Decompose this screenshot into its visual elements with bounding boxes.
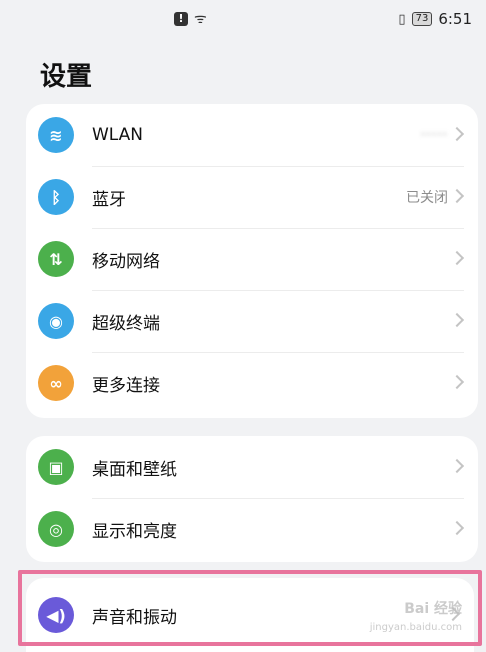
link-icon: ∞ xyxy=(38,365,74,401)
chevron-right-icon xyxy=(449,126,465,142)
status-wifi-icon: ᯤ xyxy=(194,11,207,27)
settings-group-connectivity: ≋ WLAN ····· ᛒ 蓝牙 已关闭 ⇅ 移动网络 ◉ 超级终端 ∞ 更多… xyxy=(26,104,478,418)
settings-item-more-connections[interactable]: ∞ 更多连接 xyxy=(26,352,478,414)
bluetooth-icon: ᛒ xyxy=(38,179,74,215)
eye-icon: ◎ xyxy=(38,511,74,547)
chevron-right-icon xyxy=(449,188,465,204)
chevron-right-icon xyxy=(449,312,465,328)
chevron-right-icon xyxy=(449,374,465,390)
settings-group-display: ▣ 桌面和壁纸 ◎ 显示和亮度 xyxy=(26,436,478,562)
alert-icon: ! xyxy=(174,12,188,26)
battery-icon: 73 xyxy=(411,12,433,26)
settings-item-label: 更多连接 xyxy=(92,375,160,396)
page-title: 设置 xyxy=(40,62,93,92)
settings-item-value: 已关闭 xyxy=(406,190,448,206)
settings-item-label: WLAN xyxy=(92,125,144,145)
wifi-icon: ≋ xyxy=(38,117,74,153)
settings-item-wlan[interactable]: ≋ WLAN ····· xyxy=(26,104,478,166)
watermark-url: jingyan.baidu.com xyxy=(369,622,462,633)
settings-item-wallpaper[interactable]: ▣ 桌面和壁纸 xyxy=(26,436,478,498)
mobile-network-icon: ⇅ xyxy=(38,241,74,277)
status-time: 6:51 xyxy=(438,10,472,28)
settings-item-super-device[interactable]: ◉ 超级终端 xyxy=(26,290,478,352)
settings-item-label: 蓝牙 xyxy=(92,189,126,210)
settings-item-label: 显示和亮度 xyxy=(92,521,177,542)
settings-item-bluetooth[interactable]: ᛒ 蓝牙 已关闭 xyxy=(26,166,478,228)
settings-item-label: 超级终端 xyxy=(92,313,160,334)
status-bar-right: ▯ 73 6:51 xyxy=(398,10,472,28)
settings-item-display-brightness[interactable]: ◎ 显示和亮度 xyxy=(26,498,478,560)
settings-item-mobile-network[interactable]: ⇅ 移动网络 xyxy=(26,228,478,290)
chevron-right-icon xyxy=(449,250,465,266)
chevron-right-icon xyxy=(449,458,465,474)
settings-item-label: 移动网络 xyxy=(92,251,160,272)
settings-item-label: 桌面和壁纸 xyxy=(92,459,177,480)
watermark: Bai 经验 xyxy=(404,601,462,617)
chevron-right-icon xyxy=(449,520,465,536)
status-bar: ! ᯤ ▯ 73 6:51 xyxy=(0,0,486,44)
status-bar-center: ! ᯤ xyxy=(174,12,207,26)
wallpaper-icon: ▣ xyxy=(38,449,74,485)
vibrate-icon: ▯ xyxy=(398,11,406,27)
super-device-icon: ◉ xyxy=(38,303,74,339)
settings-item-value: ····· xyxy=(420,127,448,143)
